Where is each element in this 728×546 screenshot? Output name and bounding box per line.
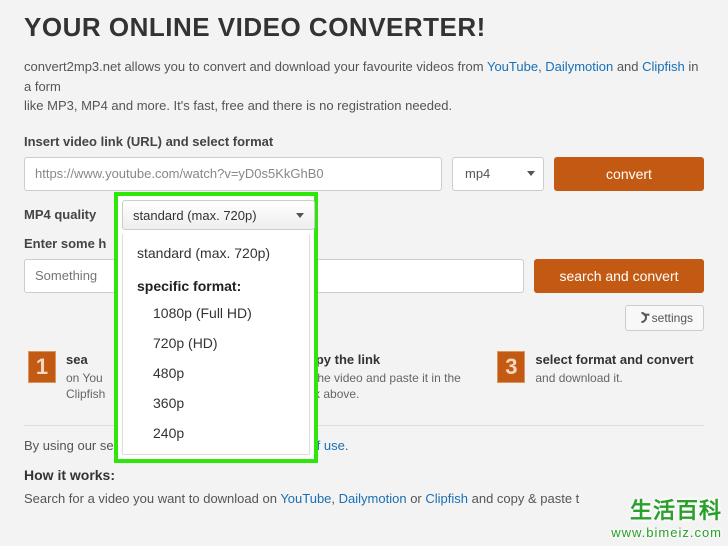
step-2-title: copy the link <box>301 351 461 369</box>
how-link-youtube[interactable]: YouTube <box>280 491 331 506</box>
step-3: 3 select format and convert and download… <box>493 343 704 412</box>
quality-option-240p[interactable]: 240p <box>123 418 309 448</box>
format-select-value: mp4 <box>465 166 490 181</box>
url-label: Insert video link (URL) and select forma… <box>24 134 704 149</box>
quality-option-480p[interactable]: 480p <box>123 358 309 388</box>
step-1-title: sea <box>66 351 105 369</box>
search-convert-button[interactable]: search and convert <box>534 259 704 293</box>
step-1-body1: on You <box>66 371 103 385</box>
settings-label: settings <box>652 311 693 325</box>
quality-options-header: specific format: <box>123 268 309 298</box>
quality-select-value: standard (max. 720p) <box>133 208 257 223</box>
video-url-input[interactable] <box>24 157 442 191</box>
how-link-dailymotion[interactable]: Dailymotion <box>339 491 407 506</box>
quality-label: MP4 quality <box>24 207 96 222</box>
page-title: YOUR ONLINE VIDEO CONVERTER! <box>24 12 704 43</box>
step-3-title: select format and convert <box>535 351 693 369</box>
step-2-body1: of the video and paste it in the <box>301 371 461 385</box>
caret-down-icon <box>527 171 535 176</box>
quality-select[interactable]: standard (max. 720p) <box>122 200 315 230</box>
how-link-clipfish[interactable]: Clipfish <box>425 491 468 506</box>
settings-button[interactable]: settings <box>625 305 704 331</box>
quality-option-standard[interactable]: standard (max. 720p) <box>123 238 309 268</box>
step-3-number: 3 <box>497 351 525 383</box>
link-dailymotion[interactable]: Dailymotion <box>545 59 613 74</box>
how-title: How it works: <box>24 467 704 483</box>
watermark-line2: www.bimeiz.com <box>611 525 722 540</box>
step-3-body1: and download it. <box>535 371 622 385</box>
quality-option-1080p[interactable]: 1080p (Full HD) <box>123 298 309 328</box>
caret-down-icon <box>296 213 304 218</box>
link-clipfish[interactable]: Clipfish <box>642 59 685 74</box>
format-select[interactable]: mp4 <box>452 157 544 191</box>
step-1-body2: Clipfish <box>66 387 105 401</box>
convert-button[interactable]: convert <box>554 157 704 191</box>
how-text: Search for a video you want to download … <box>24 489 704 509</box>
quality-dropdown-list: standard (max. 720p) specific format: 10… <box>122 234 310 455</box>
step-1-number: 1 <box>28 351 56 383</box>
intro-text: convert2mp3.net allows you to convert an… <box>24 57 704 116</box>
quality-option-360p[interactable]: 360p <box>123 388 309 418</box>
wrench-icon <box>633 310 649 326</box>
quality-option-720p[interactable]: 720p (HD) <box>123 328 309 358</box>
quality-dropdown-highlight: standard (max. 720p) standard (max. 720p… <box>114 192 318 463</box>
link-youtube[interactable]: YouTube <box>487 59 538 74</box>
